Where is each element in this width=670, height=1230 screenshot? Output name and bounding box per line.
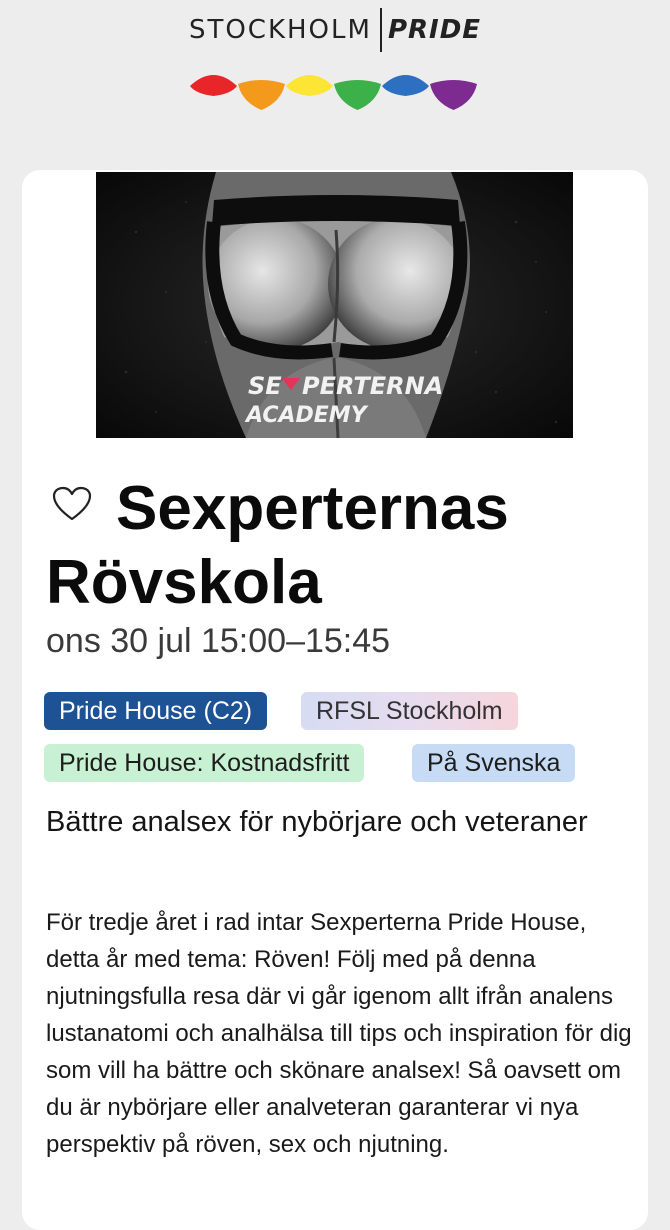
stockholm-pride-logo[interactable]: STOCKHOLM PRIDE [0, 8, 670, 52]
rainbow-segment [238, 80, 285, 110]
tag-organizer[interactable]: RFSL Stockholm [301, 692, 518, 730]
site-header: STOCKHOLM PRIDE [0, 0, 670, 170]
event-subtitle: Bättre analsex för nybörjare och veteran… [46, 806, 588, 838]
event-card: SE PERTERNA ACADEMY Sexperternas Rövskol… [22, 170, 648, 1230]
rainbow-segment [334, 80, 381, 110]
rainbow-segment [286, 75, 333, 96]
tag-language[interactable]: På Svenska [412, 744, 576, 782]
rainbow-segment [430, 80, 477, 110]
rainbow-segment [382, 75, 429, 96]
image-logo-line1b: PERTERNA [302, 372, 443, 400]
logo-city-text: STOCKHOLM [188, 15, 372, 45]
event-title: Sexperternas Rövskola [46, 474, 509, 617]
event-image: SE PERTERNA ACADEMY [96, 172, 573, 438]
event-datetime: ons 30 jul 15:00–15:45 [46, 622, 391, 660]
rainbow-segment [190, 75, 237, 96]
image-logo-line2: ACADEMY [244, 403, 369, 428]
tag-venue[interactable]: Pride House (C2) [44, 692, 268, 730]
rainbow-wave-logo [190, 75, 477, 110]
tag-price[interactable]: Pride House: Kostnadsfritt [44, 744, 365, 782]
logo-pride-text: PRIDE [387, 15, 482, 45]
event-description: För tredje året i rad intar Sexperterna … [46, 909, 632, 1158]
image-logo-line1: SE [248, 372, 282, 400]
